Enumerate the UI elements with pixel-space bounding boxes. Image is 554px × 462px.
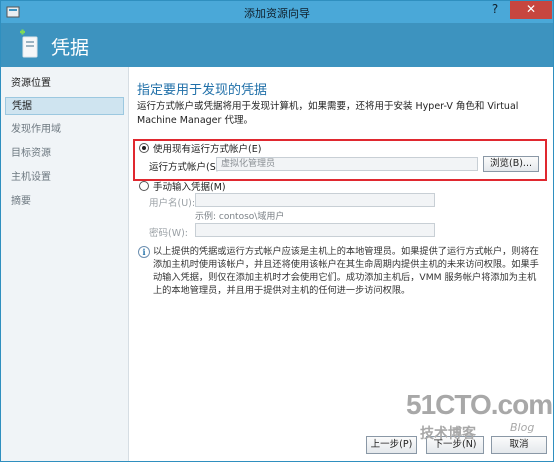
page-title: 凭据 bbox=[51, 37, 90, 59]
info-note: 以上提供的凭据或运行方式帐户应该是主机上的本地管理员。如果提供了运行方式帐户，则… bbox=[153, 246, 539, 296]
radio-manual-credentials[interactable] bbox=[139, 181, 149, 191]
close-button[interactable]: ✕ bbox=[510, 1, 552, 19]
step-host-settings: 主机设置 bbox=[11, 172, 51, 183]
step-credentials[interactable]: 凭据 bbox=[5, 97, 124, 115]
watermark: 51CTO.com 技术博客 Blog bbox=[406, 389, 553, 442]
window-title: 添加资源向导 bbox=[244, 7, 310, 20]
info-icon: i bbox=[138, 246, 150, 258]
watermark-site: 51CTO.com bbox=[406, 389, 553, 420]
wizard-steps: 资源位置 凭据 发现作用域 目标资源 主机设置 摘要 bbox=[1, 67, 129, 461]
runas-account-field[interactable]: 虚拟化管理员 bbox=[216, 157, 478, 171]
wizard-header: 凭据 bbox=[1, 23, 553, 67]
step-discovery-scope: 发现作用域 bbox=[11, 124, 61, 135]
option-existing-label[interactable]: 使用现有运行方式帐户(E) bbox=[153, 141, 261, 155]
runas-label: 运行方式帐户(S): bbox=[149, 162, 223, 173]
section-title: 指定要用于发现的凭据 bbox=[137, 83, 268, 98]
section-description: 运行方式帐户或凭据将用于发现计算机，如果需要，还将用于安装 Hyper-V 角色… bbox=[137, 101, 519, 126]
wizard-window: 添加资源向导 ? ✕ 凭据 资源位置 凭据 发现作用域 目标资源 主机设置 摘要… bbox=[0, 0, 554, 462]
step-resource-location[interactable]: 资源位置 bbox=[5, 75, 128, 93]
username-hint: 示例: contoso\域用户 bbox=[195, 212, 285, 222]
title-bar: 添加资源向导 ? ✕ bbox=[1, 1, 553, 23]
password-label: 密码(W): bbox=[149, 228, 189, 239]
username-field[interactable] bbox=[195, 193, 435, 207]
watermark-blog: Blog bbox=[510, 421, 535, 434]
credential-icon bbox=[20, 29, 38, 58]
watermark-text: 技术博客 bbox=[420, 426, 476, 442]
step-summary: 摘要 bbox=[11, 196, 31, 207]
radio-existing-runas[interactable] bbox=[139, 143, 149, 153]
username-label: 用户名(U): bbox=[149, 198, 196, 209]
password-field[interactable] bbox=[195, 223, 435, 237]
option-manual-label[interactable]: 手动输入凭据(M) bbox=[153, 179, 226, 193]
step-target-resources: 目标资源 bbox=[11, 148, 51, 159]
help-button[interactable]: ? bbox=[483, 1, 507, 19]
browse-button[interactable]: 浏览(B)... bbox=[483, 156, 539, 172]
